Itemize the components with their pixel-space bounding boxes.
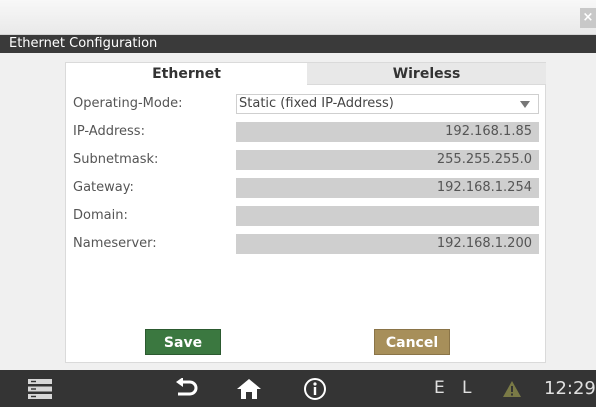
operating-mode-value: Static (fixed IP-Address) (239, 96, 394, 111)
status-l: L (462, 378, 472, 398)
clock: 12:29 (544, 378, 596, 399)
menu-icon (28, 379, 52, 399)
home-icon (237, 379, 261, 399)
top-bar: × (0, 0, 596, 35)
domain-label: Domain: (73, 208, 128, 223)
domain-field[interactable] (236, 206, 539, 226)
cancel-button[interactable]: Cancel (374, 329, 450, 355)
nameserver-row: Nameserver: 192.168.1.200 (73, 234, 539, 254)
tab-ethernet[interactable]: Ethernet (66, 63, 307, 85)
window-title: Ethernet Configuration (0, 35, 596, 53)
subnetmask-field[interactable]: 255.255.255.0 (236, 150, 539, 170)
info-icon (304, 378, 326, 400)
back-icon (176, 377, 198, 396)
warning-icon (503, 381, 521, 397)
gateway-row: Gateway: 192.168.1.254 (73, 178, 539, 198)
status-e: E (434, 378, 445, 398)
gateway-label: Gateway: (73, 180, 134, 195)
gateway-field[interactable]: 192.168.1.254 (236, 178, 539, 198)
config-panel: Ethernet Wireless Operating-Mode: Static… (65, 62, 546, 363)
save-button[interactable]: Save (145, 329, 221, 355)
nameserver-label: Nameserver: (73, 236, 157, 251)
chevron-down-icon (520, 101, 530, 108)
operating-mode-select[interactable]: Static (fixed IP-Address) (236, 94, 539, 114)
operating-mode-row: Operating-Mode: Static (fixed IP-Address… (73, 94, 539, 114)
subnetmask-row: Subnetmask: 255.255.255.0 (73, 150, 539, 170)
ip-address-field[interactable]: 192.168.1.85 (236, 122, 539, 142)
subnetmask-label: Subnetmask: (73, 152, 159, 167)
bottom-navbar: E L 12:29 (0, 370, 596, 407)
menu-button[interactable] (28, 370, 52, 407)
info-button[interactable] (303, 370, 327, 407)
ip-address-row: IP-Address: 192.168.1.85 (73, 122, 539, 142)
back-button[interactable] (174, 370, 200, 407)
operating-mode-label: Operating-Mode: (73, 96, 183, 111)
nameserver-field[interactable]: 192.168.1.200 (236, 234, 539, 254)
warning-indicator[interactable] (503, 370, 521, 407)
close-button[interactable]: × (580, 8, 596, 28)
domain-row: Domain: (73, 206, 539, 226)
home-button[interactable] (236, 370, 262, 407)
ip-address-label: IP-Address: (73, 124, 145, 139)
tab-wireless[interactable]: Wireless (307, 63, 546, 85)
